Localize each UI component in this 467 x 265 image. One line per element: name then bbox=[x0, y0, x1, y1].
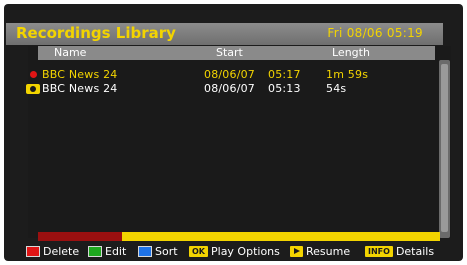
delete-key[interactable]: Delete bbox=[26, 244, 79, 258]
red-button-icon bbox=[26, 245, 40, 257]
column-header-name[interactable]: Name bbox=[54, 46, 86, 60]
play-icon bbox=[290, 245, 303, 257]
details-label: Details bbox=[395, 244, 435, 258]
resume-label: Resume bbox=[306, 244, 351, 258]
tv-screen: Recordings Library Fri 08/06 05:19 Name … bbox=[4, 4, 463, 261]
delete-label: Delete bbox=[43, 244, 80, 258]
disk-usage-fill bbox=[38, 232, 123, 241]
recording-time: 05:13 bbox=[268, 82, 301, 95]
list-header: Name Start Length bbox=[38, 46, 435, 60]
recording-length: 54s bbox=[326, 82, 347, 95]
recording-date: 08/06/07 bbox=[204, 68, 256, 81]
resume-key[interactable]: Resume bbox=[290, 244, 350, 258]
blue-button-icon bbox=[138, 245, 152, 257]
play-options-label: Play Options bbox=[211, 244, 280, 258]
column-header-length[interactable]: Length bbox=[332, 46, 370, 60]
info-key-badge: INFO bbox=[365, 245, 393, 257]
recording-row[interactable]: BBC News 24 08/06/07 05:17 1m 59s bbox=[28, 68, 438, 82]
ok-key-badge: OK bbox=[189, 245, 208, 257]
date-time: Fri 08/06 05:19 bbox=[327, 26, 423, 40]
green-button-icon bbox=[88, 245, 102, 257]
column-header-start[interactable]: Start bbox=[216, 46, 243, 60]
title-bar: Recordings Library Fri 08/06 05:19 bbox=[6, 23, 443, 45]
recording-name: BBC News 24 bbox=[42, 68, 118, 81]
recording-row[interactable]: BBC News 24 08/06/07 05:13 54s bbox=[26, 82, 438, 96]
disk-usage-bar bbox=[38, 232, 440, 241]
scrollbar-thumb[interactable] bbox=[441, 64, 448, 232]
key-legend: Delete Edit Sort OK Play Options Resume … bbox=[4, 242, 463, 260]
play-options-key[interactable]: OK Play Options bbox=[189, 244, 280, 258]
recording-date: 08/06/07 bbox=[204, 82, 256, 95]
recording-dot-icon bbox=[30, 71, 37, 78]
details-key[interactable]: INFO Details bbox=[365, 244, 434, 258]
edit-label: Edit bbox=[105, 244, 127, 258]
edit-key[interactable]: Edit bbox=[88, 244, 126, 258]
scrollbar[interactable] bbox=[439, 60, 450, 238]
recording-name: BBC News 24 bbox=[42, 82, 118, 95]
sort-key[interactable]: Sort bbox=[138, 244, 178, 258]
sort-label: Sort bbox=[155, 244, 178, 258]
watched-eye-icon bbox=[26, 84, 40, 94]
recording-time: 05:17 bbox=[268, 68, 301, 81]
recordings-list: Name Start Length BBC News 24 08/06/07 0… bbox=[26, 46, 451, 238]
page-title: Recordings Library bbox=[16, 24, 176, 42]
recording-length: 1m 59s bbox=[326, 68, 369, 81]
